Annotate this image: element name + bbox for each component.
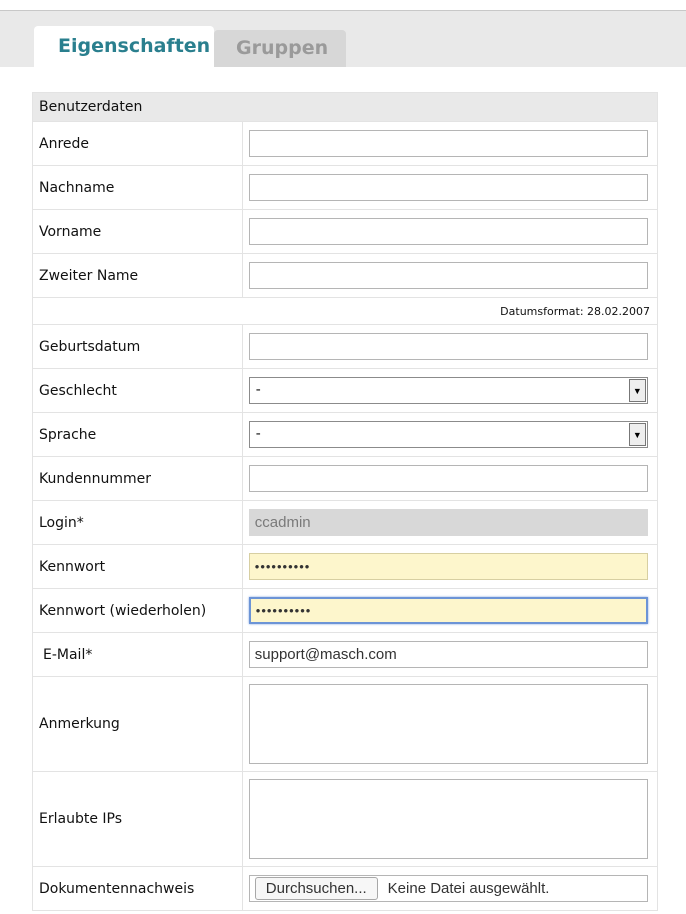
kundennummer-label: Kundennummer (32, 456, 243, 501)
sprache-label: Sprache (32, 412, 243, 457)
anrede-input[interactable] (248, 130, 648, 157)
kennwort-input[interactable]: •••••••••• (248, 553, 648, 580)
erlaubte-ips-textarea[interactable] (248, 779, 648, 859)
tab-eigenschaften[interactable]: Eigenschaften (34, 26, 214, 67)
zweiter-name-input[interactable] (248, 262, 648, 289)
kundennummer-input[interactable] (248, 465, 648, 492)
date-format-note: Datumsformat: 28.02.2007 (32, 297, 658, 325)
tab-gruppen[interactable]: Gruppen (214, 30, 346, 67)
section-title: Benutzerdaten (32, 92, 658, 122)
anrede-label: Anrede (32, 121, 243, 166)
anmerkung-label: Anmerkung (32, 676, 243, 772)
geburtsdatum-input[interactable] (248, 333, 648, 360)
vorname-input[interactable] (248, 218, 648, 245)
geburtsdatum-label: Geburtsdatum (32, 324, 243, 369)
tab-eigenschaften-label: Eigenschaften (58, 35, 211, 57)
chevron-down-icon[interactable]: ▼ (628, 423, 646, 446)
file-status-text: Keine Datei ausgewählt. (387, 880, 550, 897)
tab-gruppen-label: Gruppen (236, 37, 329, 59)
login-label: Login* (32, 500, 243, 545)
erlaubte-ips-label: Erlaubte IPs (32, 771, 243, 867)
kennwort-wiederholen-input[interactable]: •••••••••• (248, 597, 648, 624)
chevron-down-icon[interactable]: ▼ (628, 379, 646, 402)
vorname-label: Vorname (32, 209, 243, 254)
email-label: E-Mail* (32, 632, 243, 677)
user-data-form: Benutzerdaten Anrede Nachname Vorname Zw… (32, 92, 659, 911)
geschlecht-selected-value: - (255, 381, 261, 398)
kennwort-label: Kennwort (32, 544, 243, 589)
nachname-label: Nachname (32, 165, 243, 210)
sprache-select[interactable]: - ▼ (248, 421, 648, 448)
email-input[interactable]: support@masch.com (248, 641, 648, 668)
geschlecht-label: Geschlecht (32, 368, 243, 413)
login-input: ccadmin (248, 509, 648, 536)
nachname-input[interactable] (248, 174, 648, 201)
anmerkung-textarea[interactable] (248, 684, 648, 764)
zweiter-name-label: Zweiter Name (32, 253, 243, 298)
file-upload-field[interactable]: Durchsuchen... Keine Datei ausgewählt. (248, 875, 648, 902)
sprache-selected-value: - (255, 425, 261, 442)
geschlecht-select[interactable]: - ▼ (248, 377, 648, 404)
dokumentennachweis-label: Dokumentennachweis (32, 866, 243, 911)
kennwort-wiederholen-label: Kennwort (wiederholen) (32, 588, 243, 633)
browse-button[interactable]: Durchsuchen... (254, 877, 378, 900)
